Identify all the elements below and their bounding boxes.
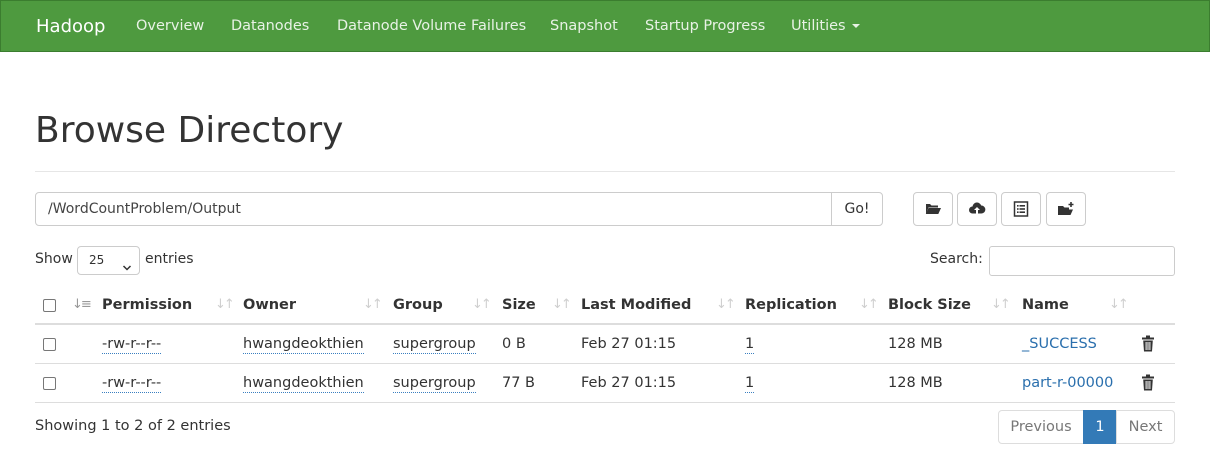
entries-per-page-select[interactable]: 25: [77, 246, 140, 275]
sort-icon[interactable]: ↓↑: [716, 297, 736, 312]
nav-overview[interactable]: Overview: [136, 18, 204, 34]
replication-value[interactable]: 1: [745, 375, 755, 393]
nav-utilities-label: Utilities: [791, 18, 846, 34]
sort-icon[interactable]: ↓↑: [472, 297, 492, 312]
top-navbar: Hadoop Overview Datanodes Datanode Volum…: [0, 0, 1210, 52]
list-view-button[interactable]: [1001, 192, 1041, 226]
column-header-size[interactable]: Size: [502, 297, 536, 313]
list-alt-icon: [1012, 200, 1030, 218]
group-value[interactable]: supergroup: [393, 375, 476, 393]
open-folder-button[interactable]: [913, 192, 953, 226]
sort-icon[interactable]: ↓↑: [1109, 297, 1129, 312]
folder-open-icon: [924, 200, 942, 218]
sort-icon[interactable]: ↓↑: [363, 297, 383, 312]
show-label: Show: [35, 251, 73, 267]
nav-datanodes[interactable]: Datanodes: [231, 18, 309, 34]
title-divider: [35, 171, 1175, 172]
chevron-down-icon: [122, 256, 132, 271]
table-row: -rw-r--r-- hwangdeokthien supergroup 77 …: [35, 364, 1175, 403]
column-header-group[interactable]: Group: [393, 297, 443, 313]
group-value[interactable]: supergroup: [393, 336, 476, 354]
page-1-button[interactable]: 1: [1083, 410, 1117, 444]
entries-label: entries: [145, 251, 194, 267]
nav-utilities-dropdown[interactable]: Utilities: [791, 18, 860, 34]
entries-per-page-value: 25: [89, 253, 105, 267]
page-title: Browse Directory: [35, 110, 344, 151]
sort-icon[interactable]: ↓↑: [215, 297, 235, 312]
nav-snapshot[interactable]: Snapshot: [550, 18, 618, 34]
search-label: Search:: [930, 251, 983, 267]
sort-icon[interactable]: ↓↑: [991, 297, 1011, 312]
block-size-value: 128 MB: [888, 375, 943, 391]
trash-icon[interactable]: [1140, 374, 1156, 391]
go-button[interactable]: Go!: [831, 192, 883, 226]
table-info: Showing 1 to 2 of 2 entries: [35, 418, 231, 434]
size-value: 77 B: [502, 375, 536, 391]
column-header-replication[interactable]: Replication: [745, 297, 837, 313]
folder-add-icon: [1057, 200, 1075, 218]
row-checkbox[interactable]: [43, 338, 56, 351]
upload-button[interactable]: [957, 192, 997, 226]
column-header-permission[interactable]: Permission: [102, 297, 192, 313]
create-directory-button[interactable]: [1046, 192, 1086, 226]
column-header-last-modified[interactable]: Last Modified: [581, 297, 691, 313]
brand-link[interactable]: Hadoop: [36, 16, 105, 37]
table-row: -rw-r--r-- hwangdeokthien supergroup 0 B…: [35, 325, 1175, 364]
caret-down-icon: [851, 24, 860, 28]
sort-icon[interactable]: ↓↑: [859, 297, 879, 312]
cloud-upload-icon: [968, 200, 986, 218]
nav-datanode-volume-failures[interactable]: Datanode Volume Failures: [337, 18, 526, 34]
next-page-button[interactable]: Next: [1116, 410, 1175, 444]
row-checkbox[interactable]: [43, 377, 56, 390]
select-all-checkbox[interactable]: [43, 299, 56, 312]
replication-value[interactable]: 1: [745, 336, 755, 354]
search-input[interactable]: [989, 246, 1175, 276]
size-value: 0 B: [502, 336, 526, 352]
block-size-value: 128 MB: [888, 336, 943, 352]
nav-startup-progress[interactable]: Startup Progress: [645, 18, 765, 34]
sort-icon[interactable]: ↓≡: [72, 297, 92, 312]
table-header: ↓≡ Permission ↓↑ Owner ↓↑ Group ↓↑ Size …: [35, 288, 1175, 325]
column-header-owner[interactable]: Owner: [243, 297, 296, 313]
column-header-name[interactable]: Name: [1022, 297, 1069, 313]
permission-value[interactable]: -rw-r--r--: [102, 375, 162, 393]
file-name-link[interactable]: part-r-00000: [1022, 375, 1113, 391]
permission-value[interactable]: -rw-r--r--: [102, 336, 162, 354]
file-name-link[interactable]: _SUCCESS: [1022, 336, 1097, 352]
previous-page-button[interactable]: Previous: [998, 410, 1084, 444]
owner-value[interactable]: hwangdeokthien: [243, 375, 364, 393]
column-header-block-size[interactable]: Block Size: [888, 297, 971, 313]
directory-path-input[interactable]: [35, 192, 832, 226]
owner-value[interactable]: hwangdeokthien: [243, 336, 364, 354]
trash-icon[interactable]: [1140, 335, 1156, 352]
sort-icon[interactable]: ↓↑: [552, 297, 572, 312]
last-modified-value: Feb 27 01:15: [581, 375, 677, 391]
last-modified-value: Feb 27 01:15: [581, 336, 677, 352]
